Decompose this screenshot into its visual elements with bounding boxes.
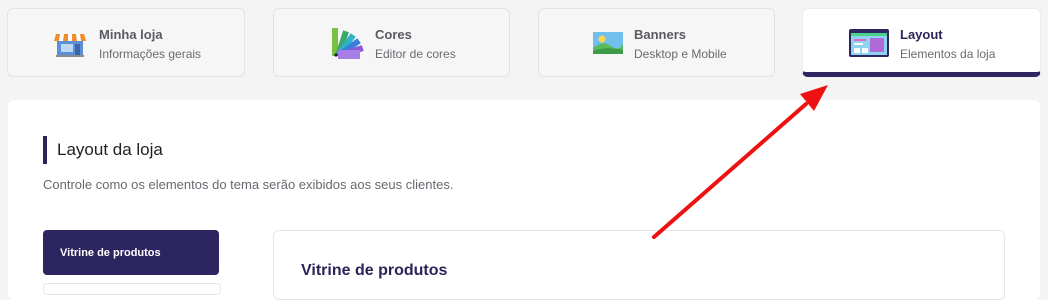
tab-title: Minha loja bbox=[99, 27, 163, 42]
color-palette-icon bbox=[329, 26, 364, 60]
tab-banners[interactable]: Banners Desktop e Mobile bbox=[538, 8, 775, 77]
page-title: Layout da loja bbox=[57, 140, 163, 159]
tab-layout[interactable]: Layout Elementos da loja bbox=[802, 8, 1041, 77]
store-icon bbox=[53, 26, 87, 60]
image-icon bbox=[591, 26, 625, 60]
sidebar-item-next[interactable] bbox=[43, 283, 221, 295]
page-description: Controle como os elementos do tema serão… bbox=[43, 177, 454, 192]
tab-subtitle: Informações gerais bbox=[99, 47, 202, 61]
tab-subtitle: Elementos da loja bbox=[900, 47, 996, 61]
tab-minha-loja[interactable]: Minha loja Informações gerais bbox=[7, 8, 245, 77]
layout-icon bbox=[848, 26, 889, 60]
tab-title: Banners bbox=[634, 27, 687, 42]
tab-title: Layout bbox=[900, 27, 943, 42]
title-accent-bar bbox=[43, 136, 47, 164]
tab-cores[interactable]: Cores Editor de cores bbox=[273, 8, 510, 77]
card-title: Vitrine de produtos bbox=[301, 262, 448, 279]
sidebar-item-vitrine-de-produtos[interactable]: Vitrine de produtos bbox=[43, 230, 219, 275]
tab-subtitle: Editor de cores bbox=[375, 47, 456, 61]
tab-title: Cores bbox=[375, 27, 412, 42]
tab-subtitle: Desktop e Mobile bbox=[634, 47, 727, 61]
